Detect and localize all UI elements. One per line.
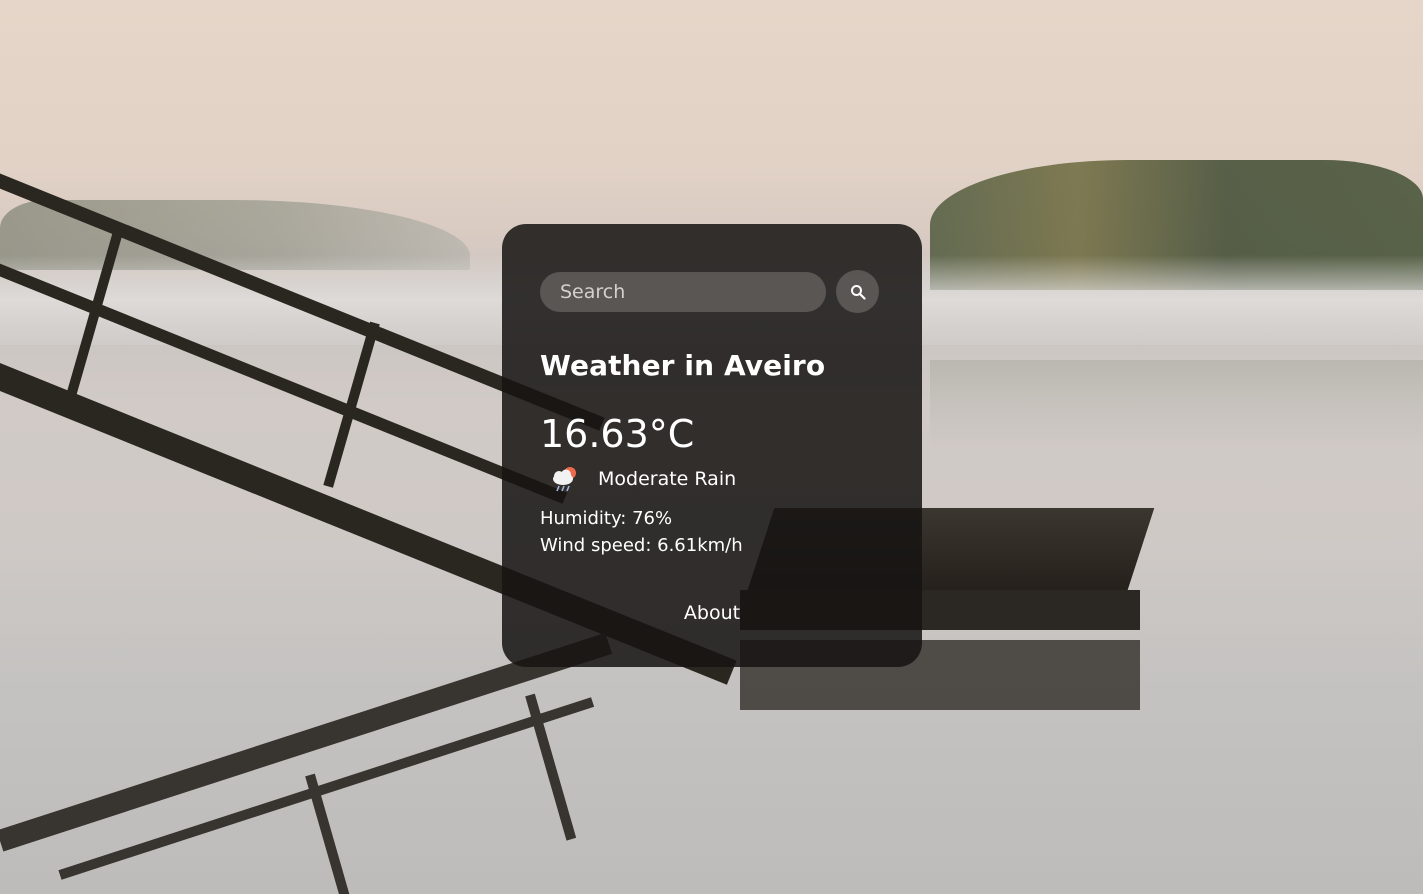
search-button[interactable] <box>836 270 879 313</box>
about-link[interactable]: About <box>502 602 922 624</box>
temperature: 16.63°C <box>540 412 695 456</box>
condition-row: Moderate Rain <box>540 464 884 494</box>
search-input[interactable] <box>540 271 826 312</box>
wind-speed: Wind speed: 6.61km/h <box>540 535 743 556</box>
search-icon <box>850 284 866 300</box>
search-bar <box>540 270 884 313</box>
background-reflection <box>930 360 1423 450</box>
weather-card: Weather in Aveiro 16.63°C Moderate Rain … <box>502 224 922 667</box>
condition-description: Moderate Rain <box>598 468 737 490</box>
humidity: Humidity: 76% <box>540 508 673 529</box>
location-title: Weather in Aveiro <box>540 349 826 382</box>
cloud-rain-sun-icon <box>553 467 576 492</box>
